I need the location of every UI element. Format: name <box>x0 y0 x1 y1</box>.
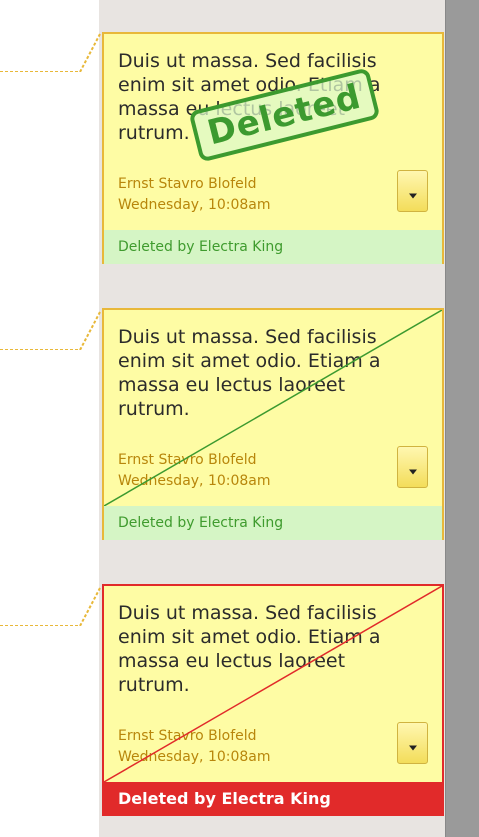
comment-meta: Ernst Stavro Blofeld Wednesday, 10:08am <box>118 174 271 216</box>
comment-connector-line <box>0 311 101 350</box>
comment-text: Duis ut massa. Sed facilisis enim sit am… <box>118 602 381 696</box>
comment-card[interactable]: Duis ut massa. Sed facilisis enim sit am… <box>102 308 444 540</box>
comment-menu-button[interactable] <box>397 722 428 764</box>
deleted-by-footer: Deleted by Electra King <box>104 506 442 540</box>
comment-author: Ernst Stavro Blofeld <box>118 452 257 468</box>
chevron-down-icon <box>408 193 417 199</box>
comment-author: Ernst Stavro Blofeld <box>118 728 257 744</box>
comment-timestamp: Wednesday, 10:08am <box>118 473 271 489</box>
chevron-down-icon <box>408 469 417 475</box>
deleted-by-footer: Deleted by Electra King <box>104 782 442 816</box>
deleted-by-footer: Deleted by Electra King <box>104 230 442 264</box>
comment-connector-line <box>0 33 101 72</box>
comment-menu-button[interactable] <box>397 170 428 212</box>
comment-menu-button[interactable] <box>397 446 428 488</box>
comment-author: Ernst Stavro Blofeld <box>118 176 257 192</box>
comment-connector-line <box>0 587 101 626</box>
chevron-down-icon <box>408 745 417 751</box>
scrollbar[interactable] <box>445 0 479 837</box>
comment-card[interactable]: Duis ut massa. Sed facilisis enim sit am… <box>102 32 444 264</box>
comment-timestamp: Wednesday, 10:08am <box>118 749 271 765</box>
comment-meta: Ernst Stavro Blofeld Wednesday, 10:08am <box>118 450 271 492</box>
comment-meta: Ernst Stavro Blofeld Wednesday, 10:08am <box>118 726 271 768</box>
comment-timestamp: Wednesday, 10:08am <box>118 197 271 213</box>
comment-text: Duis ut massa. Sed facilisis enim sit am… <box>118 326 381 420</box>
comment-card[interactable]: Duis ut massa. Sed facilisis enim sit am… <box>102 584 444 816</box>
